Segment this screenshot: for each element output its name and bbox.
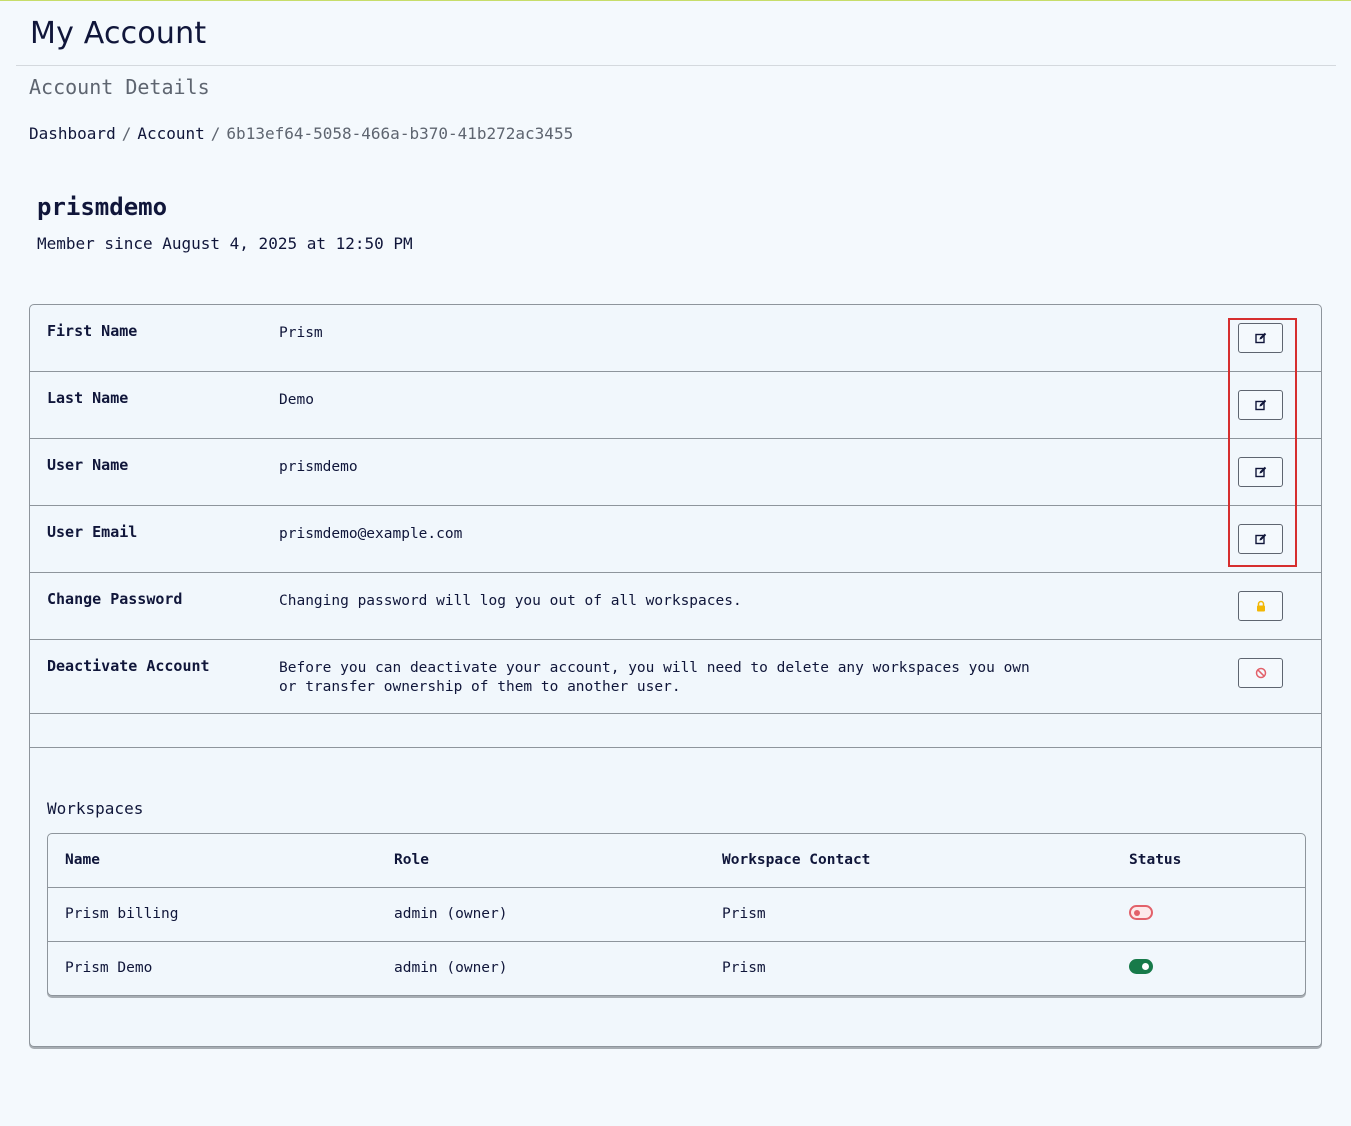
workspace-contact: Prism — [722, 906, 766, 922]
column-header-name: Name — [65, 852, 100, 868]
workspace-status-toggle-on[interactable] — [1129, 959, 1153, 974]
workspace-name[interactable]: Prism Demo — [65, 960, 152, 976]
detail-row-change-password: Change Password Changing password will l… — [30, 573, 1321, 640]
detail-value: Before you can deactivate your account, … — [279, 659, 1030, 697]
deactivate-account-button[interactable] — [1238, 658, 1283, 688]
breadcrumb-separator: / — [210, 124, 221, 143]
table-row[interactable]: Prism Demo admin (owner) Prism — [48, 942, 1305, 996]
account-details-card: First Name Prism Last Name Demo User Nam… — [29, 304, 1322, 1047]
page-subtitle: Account Details — [29, 75, 210, 99]
detail-label: Last Name — [47, 389, 129, 407]
workspace-contact: Prism — [722, 960, 766, 976]
column-header-status: Status — [1129, 852, 1182, 868]
detail-label: First Name — [47, 322, 138, 340]
edit-icon — [1254, 399, 1266, 411]
toggle-knob — [1134, 909, 1140, 916]
page-title: My Account — [30, 16, 207, 51]
breadcrumb-current: 6b13ef64-5058-466a-b370-41b272ac3455 — [226, 124, 574, 143]
workspaces-table: Name Role Workspace Contact Status Prism… — [47, 833, 1306, 996]
breadcrumb: Dashboard / Account / 6b13ef64-5058-466a-b37… — [29, 124, 573, 143]
detail-value: prismdemo — [279, 459, 358, 475]
column-header-contact: Workspace Contact — [722, 852, 871, 868]
detail-row-deactivate-account: Deactivate Account Before you can deacti… — [30, 640, 1321, 714]
toggle-knob — [1142, 963, 1149, 970]
top-accent-line — [0, 0, 1351, 1]
detail-row-spacer — [30, 714, 1321, 748]
edit-last-name-button[interactable] — [1238, 390, 1283, 420]
change-password-button[interactable] — [1238, 591, 1283, 621]
workspaces-title: Workspaces — [47, 799, 144, 818]
workspace-role: admin (owner) — [394, 960, 508, 976]
breadcrumb-dashboard[interactable]: Dashboard — [29, 124, 116, 143]
detail-row-last-name: Last Name Demo — [30, 372, 1321, 439]
detail-row-first-name: First Name Prism — [30, 305, 1321, 372]
detail-value-line: or transfer ownership of them to another… — [279, 679, 681, 695]
edit-icon — [1254, 466, 1266, 478]
profile-username: prismdemo — [37, 193, 168, 221]
title-divider — [16, 65, 1336, 66]
edit-first-name-button[interactable] — [1238, 323, 1283, 353]
edit-user-email-button[interactable] — [1238, 524, 1283, 554]
edit-icon — [1254, 332, 1266, 344]
edit-icon — [1254, 533, 1266, 545]
detail-row-user-name: User Name prismdemo — [30, 439, 1321, 506]
detail-row-user-email: User Email prismdemo@example.com — [30, 506, 1321, 573]
detail-value-line: Before you can deactivate your account, … — [279, 660, 1030, 676]
member-since-text: Member since August 4, 2025 at 12:50 PM — [37, 234, 413, 253]
workspace-name[interactable]: Prism billing — [65, 906, 179, 922]
detail-value: prismdemo@example.com — [279, 526, 463, 542]
detail-value: Prism — [279, 325, 323, 341]
column-header-role: Role — [394, 852, 429, 868]
detail-value: Changing password will log you out of al… — [279, 593, 742, 609]
detail-label: Deactivate Account — [47, 657, 210, 675]
detail-label: User Email — [47, 523, 138, 541]
edit-user-name-button[interactable] — [1238, 457, 1283, 487]
table-row[interactable]: Prism billing admin (owner) Prism — [48, 888, 1305, 942]
workspace-role: admin (owner) — [394, 906, 508, 922]
breadcrumb-account[interactable]: Account — [137, 124, 204, 143]
detail-value: Demo — [279, 392, 314, 408]
table-header-row: Name Role Workspace Contact Status — [48, 834, 1305, 888]
workspace-status-toggle-off[interactable] — [1129, 905, 1153, 920]
detail-label: User Name — [47, 456, 129, 474]
detail-label: Change Password — [47, 590, 183, 608]
ban-icon — [1255, 667, 1266, 679]
breadcrumb-separator: / — [121, 124, 132, 143]
lock-icon — [1256, 600, 1265, 612]
